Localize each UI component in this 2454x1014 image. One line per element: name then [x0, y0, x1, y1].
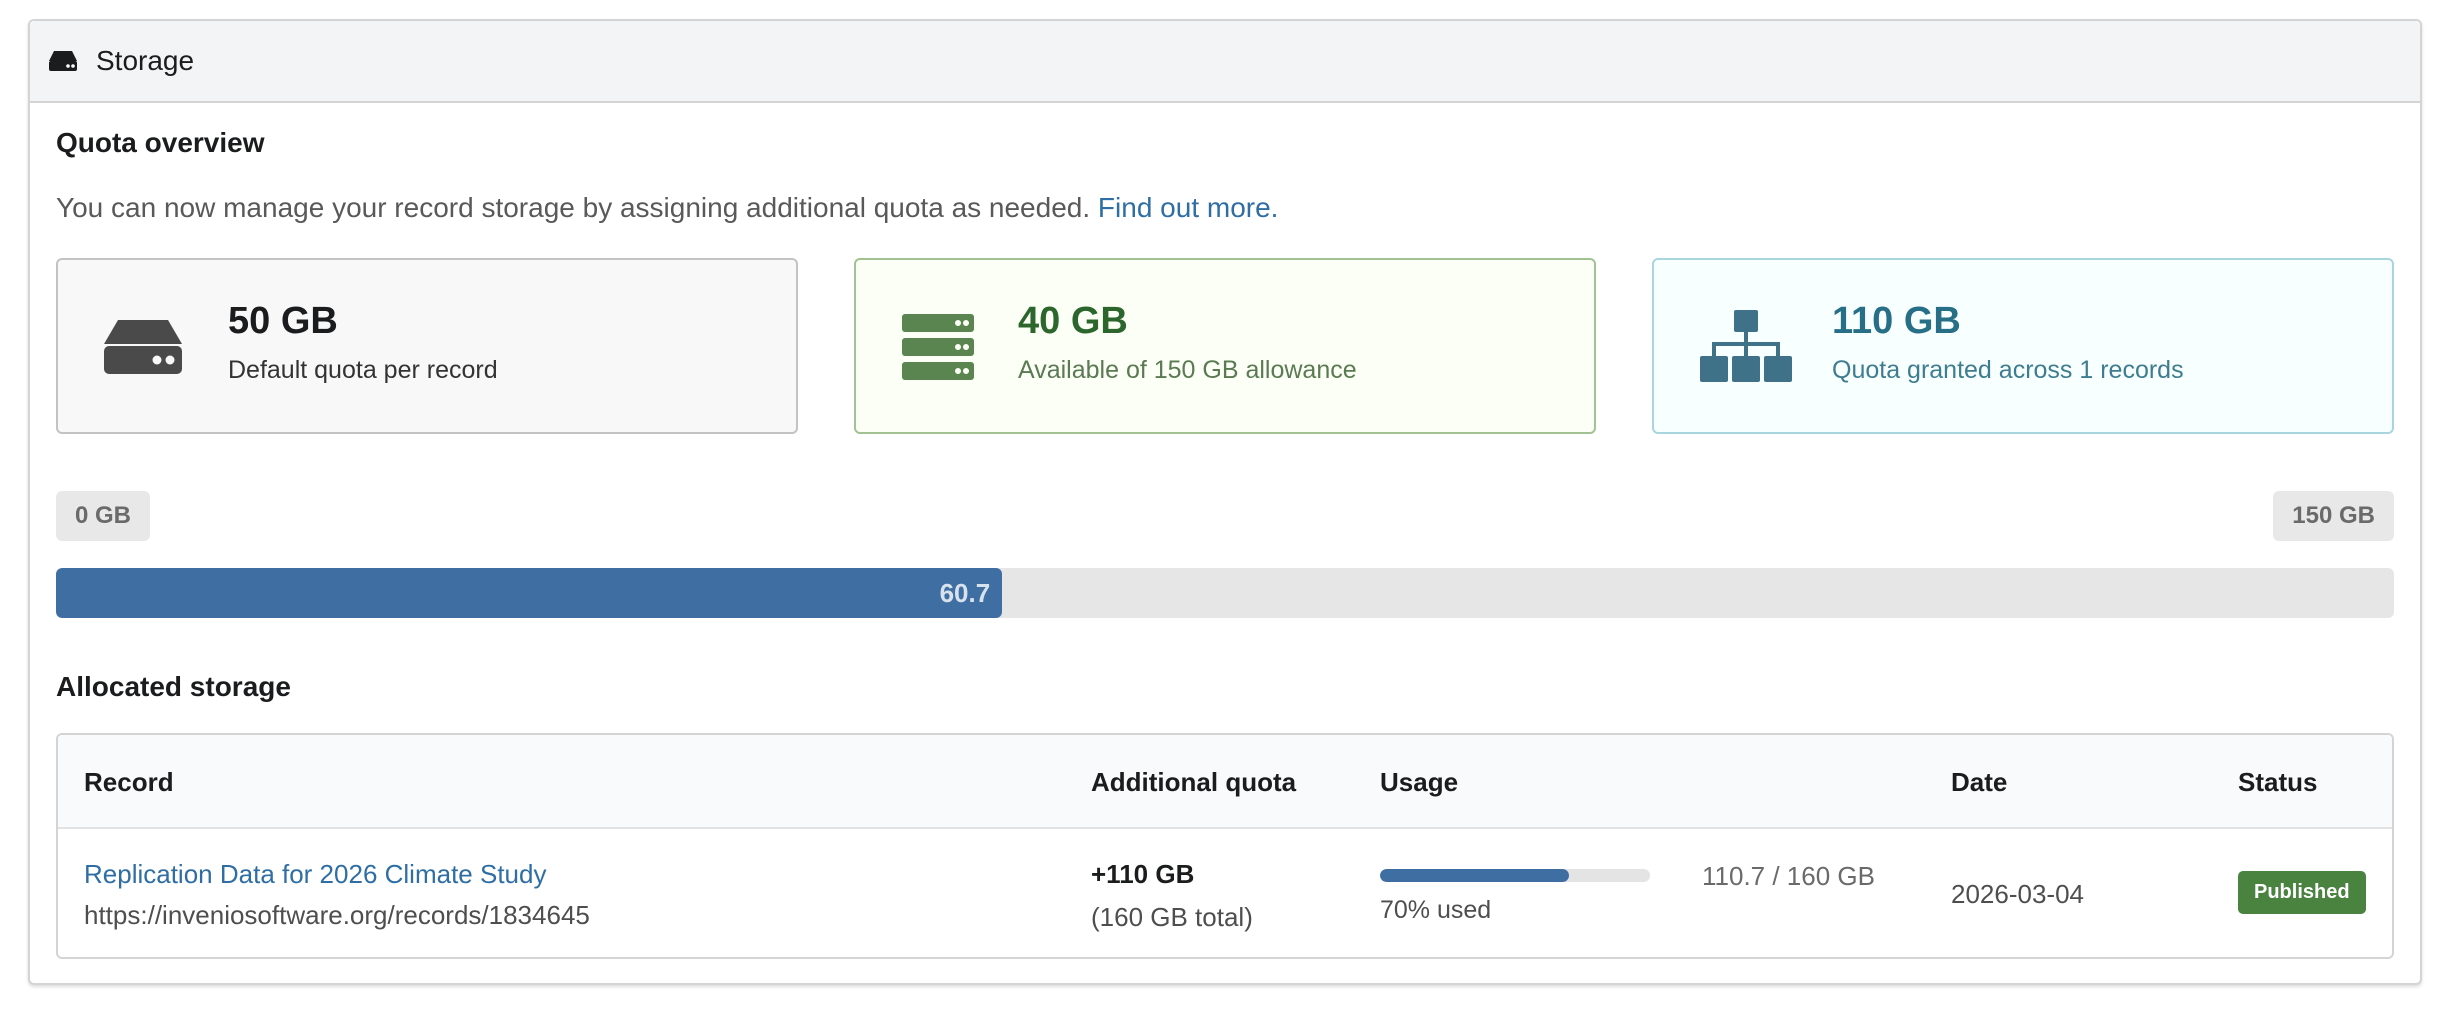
- panel-title: Storage: [96, 45, 195, 76]
- default-quota-text: 50 GB Default quota per record: [228, 302, 498, 385]
- intro-description: You can now manage your record storage b…: [56, 192, 1091, 223]
- status-badge: Published: [2238, 871, 2366, 914]
- table-row: Replication Data for 2026 Climate Study …: [58, 829, 2392, 957]
- hdd-icon: [102, 318, 184, 376]
- granted-quota-label: Quota granted across 1 records: [1832, 356, 2184, 384]
- status-cell: Published: [2238, 871, 2366, 914]
- column-header-date: Date: [1951, 767, 2008, 797]
- available-quota-text: 40 GB Available of 150 GB allowance: [1018, 302, 1357, 385]
- hdd-icon: [48, 47, 80, 75]
- default-quota-value: 50 GB: [228, 300, 338, 342]
- granted-quota-card: 110 GB Quota granted across 1 records: [1652, 258, 2394, 434]
- usage-ratio: 110.7 / 160 GB: [1702, 861, 1875, 891]
- record-url: https://inveniosoftware.org/records/1834…: [84, 900, 590, 930]
- usage-percent-text: 70% used: [1380, 896, 1492, 924]
- find-out-more-link[interactable]: Find out more.: [1098, 192, 1279, 223]
- available-quota-card: 40 GB Available of 150 GB allowance: [854, 258, 1596, 434]
- additional-quota-cell: +110 GB (160 GB total): [1091, 859, 1253, 933]
- column-header-additional-quota: Additional quota: [1091, 767, 1297, 797]
- usage-cell: 70% used: [1380, 869, 1650, 925]
- record-cell: Replication Data for 2026 Climate Study …: [84, 859, 590, 931]
- usage-progress-fill: [1380, 869, 1569, 882]
- available-quota-label: Available of 150 GB allowance: [1018, 356, 1357, 384]
- allocated-storage-heading: Allocated storage: [56, 671, 291, 702]
- column-header-status: Status: [2238, 767, 2318, 797]
- usage-progress-bar: [1380, 869, 1650, 882]
- granted-quota-text: 110 GB Quota granted across 1 records: [1832, 302, 2184, 385]
- default-quota-card: 50 GB Default quota per record: [56, 258, 798, 434]
- date-cell: 2026-03-04: [1951, 879, 2084, 909]
- total-quota-value: (160 GB total): [1091, 902, 1253, 932]
- allocated-storage-table: Record Additional quota Usage Date Statu…: [56, 733, 2394, 959]
- column-header-usage: Usage: [1380, 767, 1459, 797]
- range-min-label: 0 GB: [56, 491, 151, 541]
- table-header: Record Additional quota Usage Date Statu…: [58, 735, 2392, 829]
- server-icon: [902, 314, 974, 380]
- quota-overview-heading: Quota overview: [56, 127, 265, 158]
- allowance-progress-value: 60.7: [939, 577, 991, 608]
- intro-text: You can now manage your record storage b…: [56, 192, 1278, 224]
- storage-panel: Storage Quota overview You can now manag…: [28, 19, 2422, 985]
- additional-quota-value: +110 GB: [1091, 859, 1195, 889]
- sitemap-icon: [1700, 310, 1792, 382]
- available-quota-value: 40 GB: [1018, 300, 1128, 342]
- default-quota-label: Default quota per record: [228, 356, 498, 384]
- column-header-record: Record: [84, 767, 174, 797]
- panel-header: Storage: [30, 21, 2420, 103]
- granted-quota-value: 110 GB: [1832, 300, 1961, 342]
- allowance-progress-bar: 60.7: [56, 568, 2394, 618]
- record-title-link[interactable]: Replication Data for 2026 Climate Study: [84, 859, 546, 889]
- range-max-label: 150 GB: [2273, 491, 2394, 541]
- allowance-progress-fill: 60.7: [56, 568, 1003, 618]
